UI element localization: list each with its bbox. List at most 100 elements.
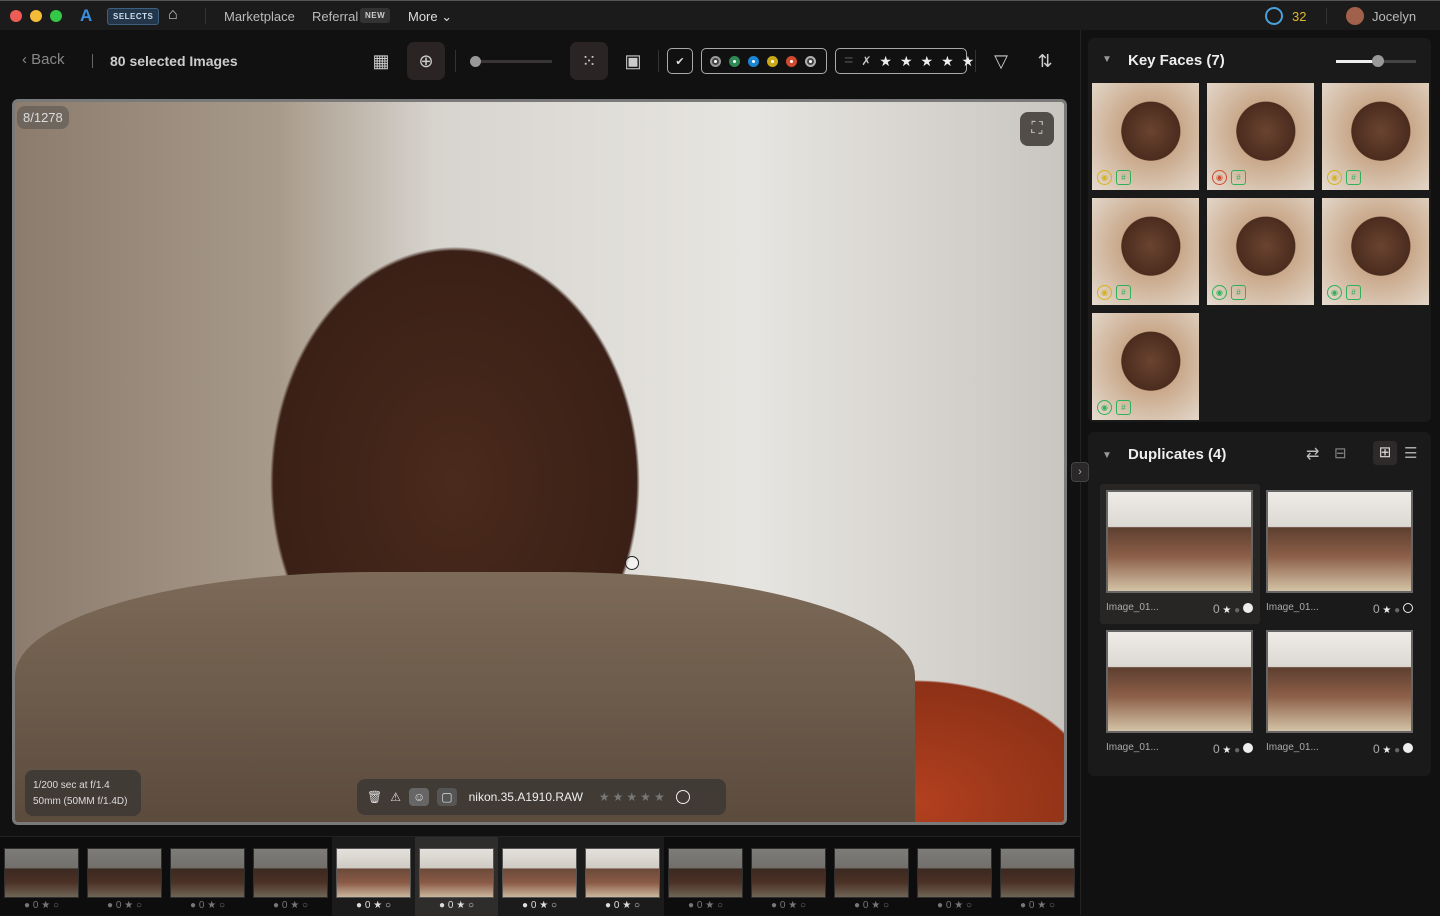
thumb-rating: 0: [613, 900, 620, 911]
nav-more[interactable]: More ⌄: [408, 9, 452, 25]
star-filter-1[interactable]: ★: [879, 53, 892, 70]
fullscreen-icon[interactable]: ⛶: [1020, 112, 1054, 146]
grid-view-icon[interactable]: ▦: [362, 42, 400, 80]
key-face-thumbnail[interactable]: ◉ #: [1092, 313, 1199, 420]
no-rating-icon[interactable]: ✗: [861, 54, 871, 68]
color-label-3[interactable]: [767, 55, 778, 67]
star-icon[interactable]: ★: [1382, 745, 1391, 756]
frame-toggle-icon[interactable]: ▢: [437, 788, 457, 806]
filmstrip-indicators: ● 0 ★ ○: [1000, 900, 1075, 911]
key-face-thumbnail[interactable]: ◉ #: [1322, 83, 1429, 190]
filmstrip-thumbnail[interactable]: [170, 848, 245, 898]
color-label-filter[interactable]: [701, 48, 827, 74]
filmstrip-thumbnail[interactable]: [502, 848, 577, 898]
color-dot-icon[interactable]: ●: [1394, 745, 1400, 756]
pick-circle-icon: ○: [52, 900, 59, 911]
trash-icon[interactable]: 🗑: [367, 790, 382, 804]
collapse-triangle-icon[interactable]: ▼: [1102, 54, 1112, 65]
star-icon[interactable]: ★: [1222, 605, 1231, 616]
duplicate-thumbnail[interactable]: [1266, 490, 1413, 593]
filmstrip-thumbnail[interactable]: [751, 848, 826, 898]
star-filter-5[interactable]: ★: [962, 53, 975, 70]
picked-check-icon[interactable]: [1403, 743, 1413, 753]
warning-icon[interactable]: ⚠: [390, 790, 401, 804]
filmstrip-thumbnail[interactable]: [834, 848, 909, 898]
face-toggle-icon[interactable]: ☺: [409, 788, 430, 806]
equals-icon[interactable]: =: [844, 52, 853, 70]
key-face-thumbnail[interactable]: ◉ #: [1207, 83, 1314, 190]
filmstrip-thumbnail[interactable]: [668, 848, 743, 898]
star-filter-3[interactable]: ★: [921, 53, 934, 70]
pick-circle-icon[interactable]: [1403, 603, 1413, 613]
picked-check-icon[interactable]: [1243, 743, 1253, 753]
color-label-4[interactable]: [786, 55, 797, 67]
color-label-1[interactable]: [729, 55, 740, 67]
filmstrip-thumbnail[interactable]: [585, 848, 660, 898]
pick-circle-icon: ○: [882, 900, 889, 911]
eye-status-icon: ◉: [1097, 170, 1112, 185]
color-dot-icon[interactable]: ●: [1234, 605, 1240, 616]
back-button[interactable]: ‹ Back: [22, 51, 65, 68]
filter-icon[interactable]: ▽: [982, 42, 1020, 80]
maximize-window-button[interactable]: [50, 10, 62, 22]
user-name[interactable]: Jocelyn: [1372, 9, 1416, 24]
pick-circle-icon[interactable]: [675, 790, 690, 804]
color-dot-icon[interactable]: ●: [1234, 745, 1240, 756]
key-face-thumbnail[interactable]: ◉ #: [1322, 198, 1429, 305]
filmstrip: ● 0 ★ ○ ● 0 ★ ○ ● 0 ★ ○ ● 0 ★ ○ ● 0 ★ ○ ● 0 ★…: [0, 836, 1080, 916]
filmstrip-thumbnail[interactable]: [419, 848, 494, 898]
duplicate-thumbnail[interactable]: [1266, 630, 1413, 733]
slider-handle[interactable]: [1372, 55, 1384, 67]
avatar[interactable]: [1346, 7, 1364, 25]
duplicate-thumbnail[interactable]: [1106, 490, 1253, 593]
swap-icon[interactable]: ⇄: [1306, 444, 1319, 464]
filmstrip-thumbnail[interactable]: [917, 848, 992, 898]
star-icon[interactable]: ★: [1382, 605, 1391, 616]
filmstrip-thumbnail[interactable]: [4, 848, 79, 898]
picked-check-icon[interactable]: [1243, 603, 1253, 613]
list-layout-icon[interactable]: ☰: [1404, 444, 1417, 462]
key-face-thumbnail[interactable]: ◉ #: [1092, 198, 1199, 305]
star-icon: ★: [539, 900, 549, 911]
pick-circle-icon: ○: [467, 900, 474, 911]
nav-referral[interactable]: Referral: [312, 9, 358, 24]
single-view-icon[interactable]: ▣: [614, 42, 652, 80]
face-size-slider[interactable]: [1336, 55, 1416, 67]
compare-layout-icon[interactable]: ⊟: [1334, 444, 1347, 462]
star-filter-2[interactable]: ★: [900, 53, 913, 70]
filmstrip-thumbnail[interactable]: [87, 848, 162, 898]
color-label-2[interactable]: [748, 55, 759, 67]
star-rating[interactable]: ★★★★★: [599, 790, 668, 804]
color-label-0[interactable]: [710, 55, 721, 67]
key-face-thumbnail[interactable]: ◉ #: [1207, 198, 1314, 305]
thumb-rating: 0: [115, 900, 122, 911]
filmstrip-thumbnail[interactable]: [1000, 848, 1075, 898]
thumbnail-grid-icon[interactable]: ⁙: [570, 42, 608, 80]
grid-layout-icon[interactable]: ⊞: [1373, 441, 1397, 465]
key-face-thumbnail[interactable]: ◉ #: [1092, 83, 1199, 190]
close-window-button[interactable]: [10, 10, 22, 22]
pick-filter-button[interactable]: ✔: [667, 48, 693, 74]
zoom-in-icon[interactable]: ⊕: [407, 42, 445, 80]
sort-icon[interactable]: ⇅: [1026, 42, 1064, 80]
slider-handle[interactable]: [470, 56, 481, 67]
filmstrip-thumbnail[interactable]: [336, 848, 411, 898]
color-dot-icon: ●: [1020, 900, 1027, 911]
nav-marketplace[interactable]: Marketplace: [224, 9, 295, 24]
duplicate-thumbnail[interactable]: [1106, 630, 1253, 733]
color-label-5[interactable]: [805, 55, 816, 67]
star-icon[interactable]: ★: [1222, 745, 1231, 756]
image-viewer[interactable]: 8/1278 ⛶ 1/200 sec at f/1.4 50mm (50MM f…: [12, 99, 1067, 825]
collapse-triangle-icon[interactable]: ▼: [1102, 450, 1112, 461]
filmstrip-thumbnail[interactable]: [253, 848, 328, 898]
zoom-slider[interactable]: [470, 56, 552, 67]
rating-filter[interactable]: = ✗ ★ ★ ★ ★ ★: [835, 48, 974, 74]
color-dot-icon[interactable]: ●: [1394, 605, 1400, 616]
star-icon: ★: [290, 900, 300, 911]
star-filter-4[interactable]: ★: [941, 53, 954, 70]
grid-tag-icon: #: [1231, 170, 1246, 185]
home-icon[interactable]: ⌂: [168, 6, 178, 24]
panel-toggle-chevron-icon[interactable]: ›: [1071, 462, 1089, 482]
minimize-window-button[interactable]: [30, 10, 42, 22]
title-bar: A SELECTS ⌂ Marketplace Referral NEW Mor…: [0, 0, 1440, 30]
